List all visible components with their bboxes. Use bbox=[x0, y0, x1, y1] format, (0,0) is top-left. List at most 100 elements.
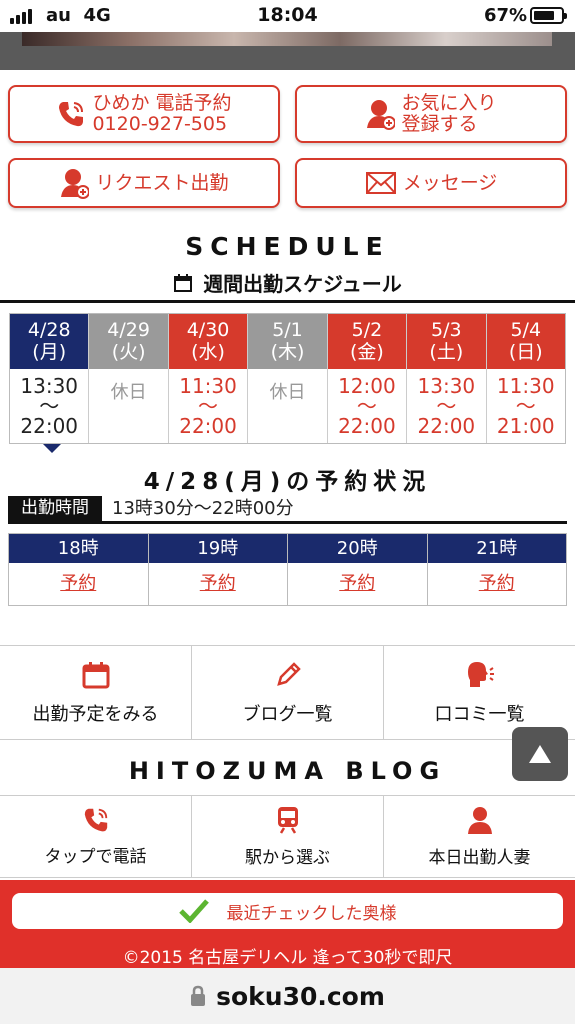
reservation-heading: 4/28(月)の予約状況 bbox=[143, 469, 432, 495]
selected-day-pointer-icon bbox=[43, 444, 61, 453]
day-hours: 11:30 〜 22:00 bbox=[169, 369, 247, 443]
url-text: soku30.com bbox=[216, 981, 385, 1011]
today-working-item[interactable]: 本日出勤人妻 bbox=[384, 796, 575, 877]
reviews-menu-item[interactable]: 口コミ一覧 bbox=[384, 646, 575, 739]
user-add-icon bbox=[367, 100, 396, 130]
user-icon bbox=[467, 807, 492, 834]
reviews-menu-label: 口コミ一覧 bbox=[434, 703, 525, 725]
blog-heading: HITOZUMA BLOG bbox=[128, 757, 447, 785]
day-date: 5/2 bbox=[351, 319, 383, 341]
browser-url-bar[interactable]: soku30.com bbox=[0, 968, 575, 1024]
quick-nav: タップで電話 駅から選ぶ 本日出勤人妻 bbox=[0, 795, 575, 878]
day-hours: 13:30 〜 22:00 bbox=[407, 369, 485, 443]
day-weekday: (日) bbox=[508, 341, 543, 363]
shift-end: 22:00 bbox=[179, 414, 237, 438]
day-column[interactable]: 5/4 (日) 11:30 〜 21:00 bbox=[486, 314, 565, 443]
slot-hour: 21時 bbox=[427, 534, 566, 563]
status-bar: au 4G 18:04 67% bbox=[0, 0, 575, 32]
recently-viewed-button[interactable]: 最近チェックした奥様 bbox=[12, 893, 563, 929]
message-label: メッセージ bbox=[402, 171, 498, 194]
slot-column: 21時 予約 bbox=[427, 534, 567, 605]
day-date: 4/28 bbox=[27, 319, 71, 341]
shift-sep: 〜 bbox=[356, 394, 377, 418]
day-weekday: (水) bbox=[191, 341, 225, 363]
shift-start: 12:00 bbox=[338, 374, 396, 398]
blog-menu-item[interactable]: ブログ一覧 bbox=[192, 646, 384, 739]
station-search-item[interactable]: 駅から選ぶ bbox=[192, 796, 384, 877]
slot-hour: 19時 bbox=[148, 534, 287, 563]
shift-sep: 〜 bbox=[198, 394, 219, 418]
reserve-link[interactable]: 予約 bbox=[9, 563, 148, 605]
day-header: 4/30 (水) bbox=[168, 314, 248, 369]
calendar-icon bbox=[174, 273, 193, 292]
schedule-menu-item[interactable]: 出勤予定をみる bbox=[0, 646, 192, 739]
request-shift-button[interactable]: リクエスト出勤 bbox=[8, 158, 280, 208]
divider bbox=[8, 521, 567, 524]
day-column[interactable]: 4/30 (水) 11:30 〜 22:00 bbox=[168, 314, 249, 443]
day-date: 5/1 bbox=[272, 319, 303, 341]
speaking-head-icon bbox=[467, 661, 494, 687]
reserve-link[interactable]: 予約 bbox=[428, 563, 567, 605]
day-column[interactable]: 4/29 (火) 休日 bbox=[89, 314, 169, 443]
schedule-subheading: 週間出勤スケジュール bbox=[0, 268, 575, 297]
user-add-icon bbox=[61, 169, 90, 199]
day-off: 休日 bbox=[269, 382, 306, 403]
shift-end: 22:00 bbox=[417, 414, 476, 438]
favorite-label-2: 登録する bbox=[401, 113, 478, 135]
call-reservation-button[interactable]: ひめか 電話予約 0120-927-505 bbox=[8, 85, 280, 143]
favorite-button[interactable]: お気に入り 登録する bbox=[295, 85, 567, 143]
day-date: 5/3 bbox=[431, 319, 462, 341]
profile-menu: 出勤予定をみる ブログ一覧 口コミ一覧 bbox=[0, 645, 575, 740]
call-button-label: ひめか 電話予約 bbox=[92, 92, 232, 114]
slot-hour: 18時 bbox=[9, 534, 148, 563]
today-working-label: 本日出勤人妻 bbox=[428, 848, 531, 868]
day-header: 5/4 (日) bbox=[486, 314, 565, 369]
favorite-label-1: お気に入り bbox=[401, 92, 497, 114]
reserve-link[interactable]: 予約 bbox=[149, 563, 288, 605]
phone-icon bbox=[84, 808, 107, 832]
day-column[interactable]: 4/28 (月) 13:30 〜 22:00 bbox=[10, 314, 90, 443]
work-hours-value: 13時30分〜22時00分 bbox=[112, 498, 294, 519]
arrow-up-icon bbox=[529, 745, 551, 763]
schedule-subtitle: 週間出勤スケジュール bbox=[203, 272, 402, 296]
day-column[interactable]: 5/3 (土) 13:30 〜 22:00 bbox=[407, 314, 487, 443]
day-weekday: (火) bbox=[111, 341, 146, 363]
day-header: 4/29 (火) bbox=[89, 314, 168, 369]
schedule-heading: SCHEDULE bbox=[185, 232, 390, 261]
day-off: 休日 bbox=[110, 382, 147, 403]
header-photo bbox=[0, 32, 575, 70]
shift-start: 13:30 bbox=[417, 374, 476, 398]
copyright: ©2015 名古屋デリヘル 逢って30秒で即尺 bbox=[122, 948, 453, 968]
phone-icon bbox=[59, 102, 84, 127]
slot-column: 20時 予約 bbox=[288, 534, 428, 605]
day-weekday: (月) bbox=[32, 341, 67, 363]
message-button[interactable]: メッセージ bbox=[295, 158, 567, 208]
recently-viewed-label: 最近チェックした奥様 bbox=[226, 903, 397, 924]
blog-menu-label: ブログ一覧 bbox=[242, 703, 333, 725]
day-weekday: (土) bbox=[429, 341, 464, 363]
envelope-icon bbox=[365, 172, 396, 194]
day-column[interactable]: 5/1 (木) 休日 bbox=[248, 314, 328, 443]
day-weekday: (金) bbox=[349, 341, 384, 363]
day-header: 5/2 (金) bbox=[327, 314, 407, 369]
day-column[interactable]: 5/2 (金) 12:00 〜 22:00 bbox=[327, 314, 408, 443]
pencil-icon bbox=[276, 661, 301, 686]
shift-start: 11:30 bbox=[496, 374, 555, 398]
request-label: リクエスト出勤 bbox=[95, 171, 229, 194]
slot-column: 18時 予約 bbox=[9, 534, 149, 605]
reservation-slots: 18時 予約 19時 予約 20時 予約 21時 予約 bbox=[8, 533, 567, 606]
weekly-schedule: 4/28 (月) 13:30 〜 22:00 4/29 (火) 休日 4/30 (水) 11:3… bbox=[9, 313, 566, 444]
reserve-link[interactable]: 予約 bbox=[288, 563, 427, 605]
tap-to-call-item[interactable]: タップで電話 bbox=[0, 796, 192, 877]
day-header: 5/3 (土) bbox=[407, 314, 486, 369]
day-hours: 13:30 〜 22:00 bbox=[10, 369, 88, 443]
divider bbox=[0, 300, 575, 303]
shift-end: 22:00 bbox=[20, 414, 79, 438]
shift-end: 21:00 bbox=[496, 414, 555, 438]
day-weekday: (木) bbox=[270, 341, 305, 363]
shift-start: 11:30 bbox=[179, 374, 237, 398]
day-date: 4/30 bbox=[186, 319, 230, 341]
day-hours: 12:00 〜 22:00 bbox=[328, 369, 406, 443]
slot-column: 19時 予約 bbox=[148, 534, 288, 605]
scroll-to-top-button[interactable] bbox=[512, 727, 568, 781]
